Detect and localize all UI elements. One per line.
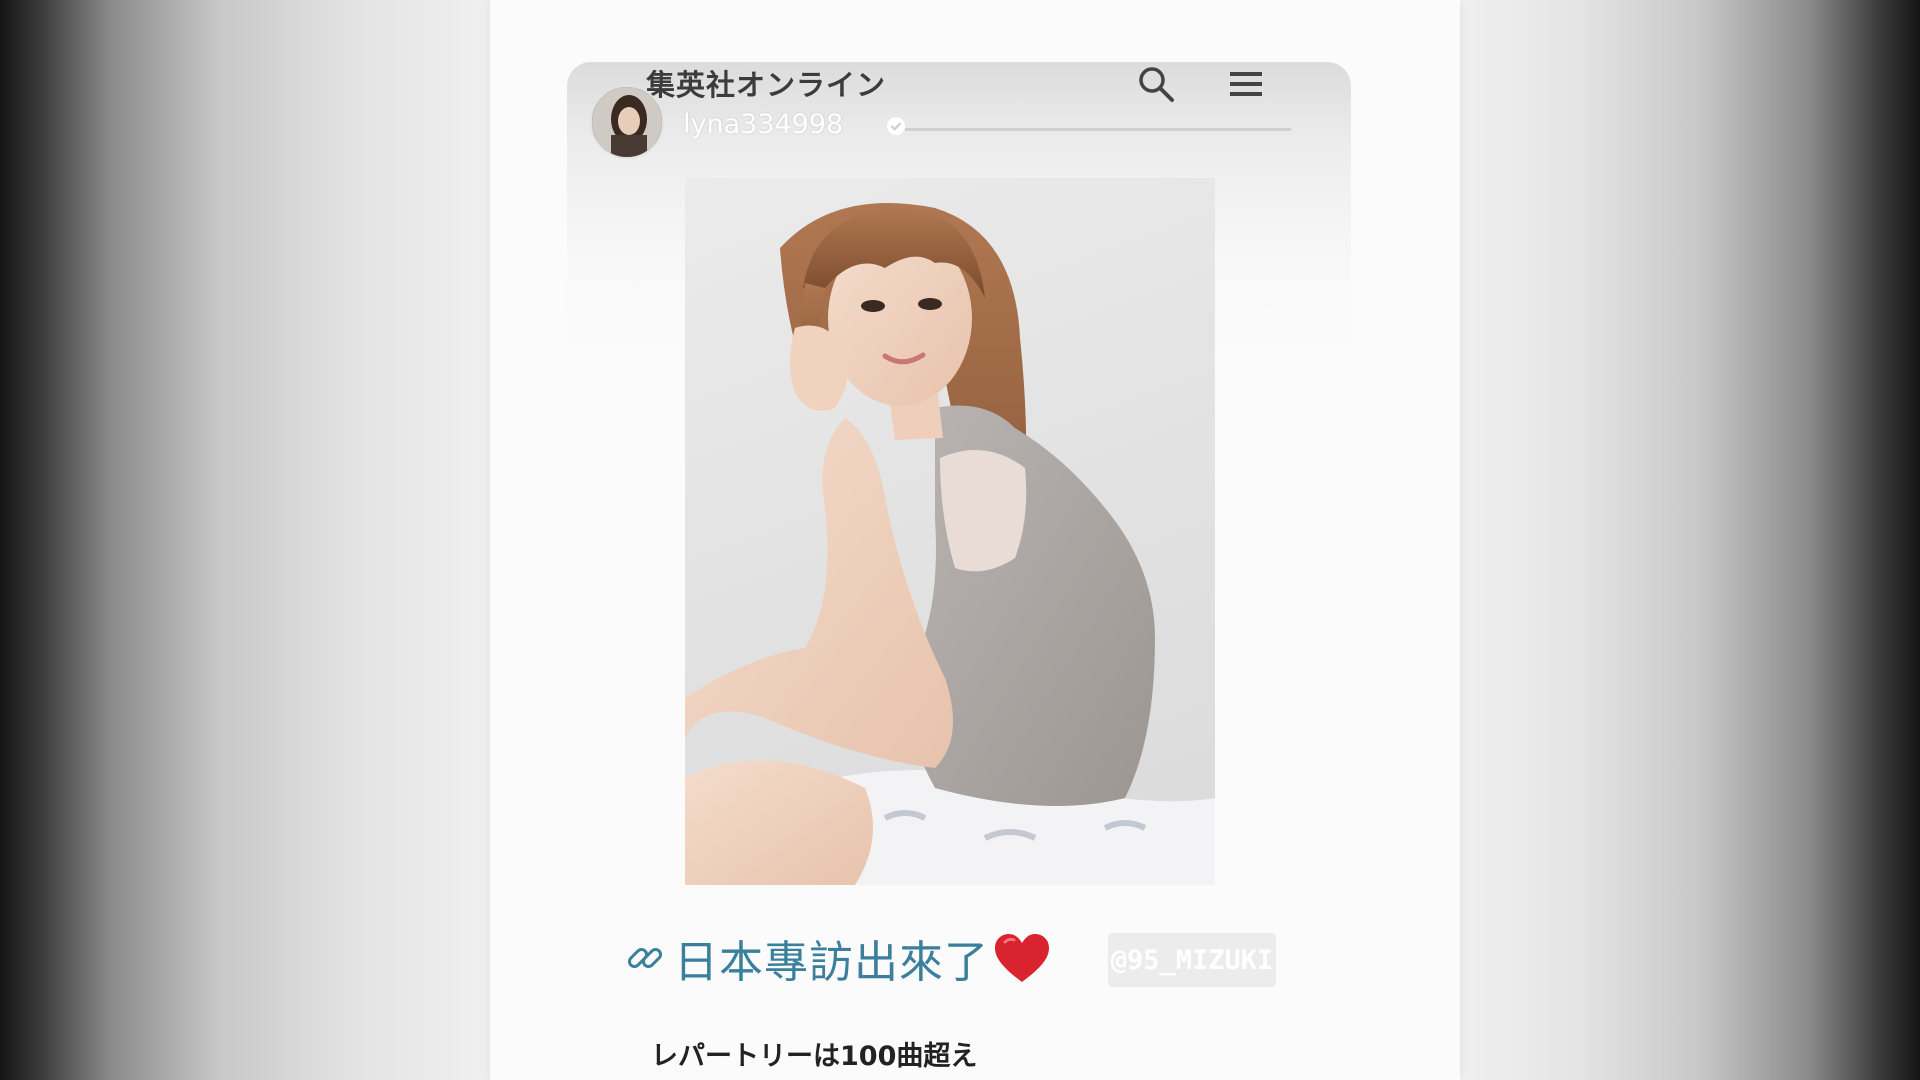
left-vignette (0, 0, 490, 1080)
portrait-photo (685, 178, 1215, 885)
site-title: 集英社オンライン (646, 68, 887, 102)
username[interactable]: lyna334998 (683, 109, 843, 140)
watermark-tag: @95_MIZUKI (1108, 933, 1276, 987)
verified-check-icon (886, 116, 906, 136)
link-icon (624, 936, 668, 980)
menu-icon[interactable] (1228, 68, 1264, 100)
search-icon[interactable] (1136, 64, 1176, 104)
story-progress-bar (905, 128, 1291, 131)
avatar[interactable] (590, 85, 664, 159)
right-vignette (1460, 0, 1920, 1080)
article-subtitle: レパートリーは100曲超え (651, 1041, 978, 1072)
post-caption[interactable]: 日本專訪出來了 (624, 928, 1051, 988)
caption-text: 日本專訪出來了 (674, 937, 989, 988)
heart-icon (993, 932, 1051, 984)
